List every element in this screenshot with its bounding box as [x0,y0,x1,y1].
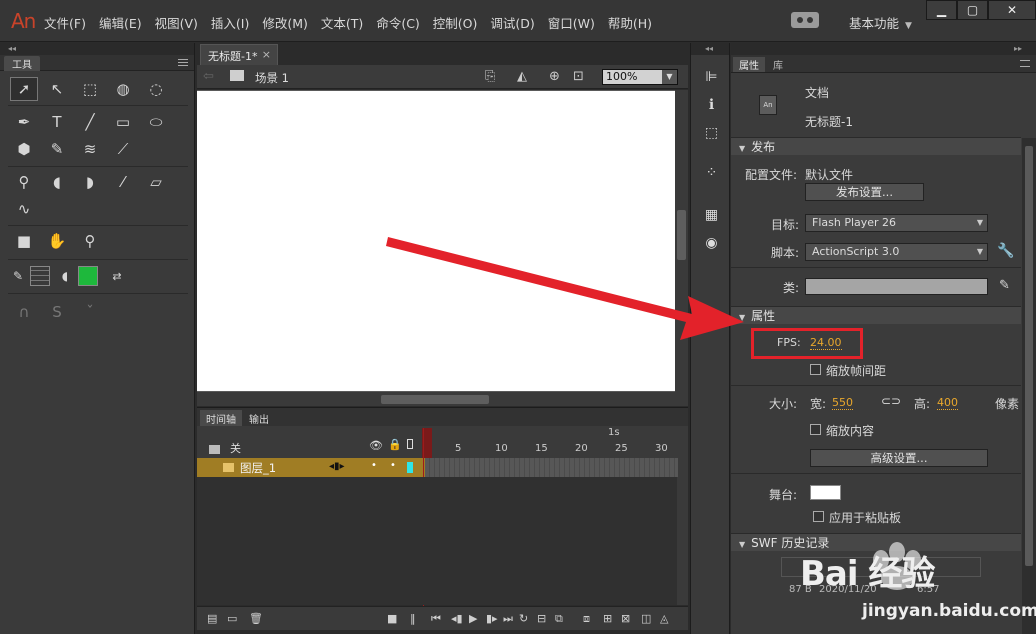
watermark-url: jingyan.baidu.com [862,601,1036,621]
watermark-brand: Bai 经验 [800,554,935,594]
fps-highlight-box [751,328,863,359]
red-arrow-icon [386,237,744,340]
